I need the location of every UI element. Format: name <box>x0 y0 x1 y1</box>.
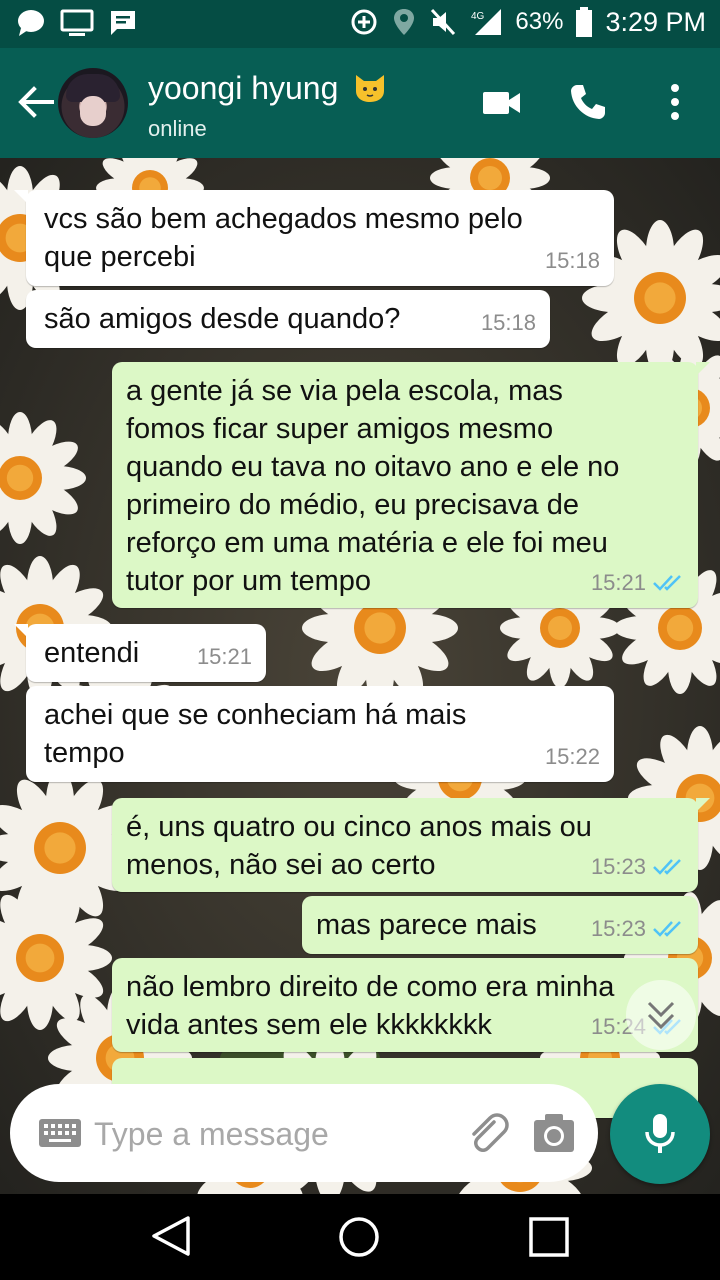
nav-home-icon[interactable] <box>336 1214 382 1265</box>
signal-icon: 4G <box>469 7 503 37</box>
data-saver-icon <box>349 7 379 37</box>
message-icon <box>108 8 138 38</box>
mute-icon <box>429 7 457 37</box>
keyboard-icon[interactable] <box>38 1118 82 1153</box>
message-time: 15:23 <box>590 854 646 879</box>
mic-icon <box>645 1114 675 1153</box>
status-bar: 4G 63% 3:29 PM <box>0 0 720 48</box>
chat-bubble-icon <box>16 8 46 38</box>
contact-status: online <box>148 116 207 141</box>
message-text-line: são amigos desde quando? <box>44 303 401 335</box>
phone-icon <box>571 85 605 119</box>
message-text-line: tempo <box>44 737 125 769</box>
message-time: 15:21 <box>590 570 646 595</box>
message-text-line: vcs são bem achegados mesmo pelo <box>44 203 523 235</box>
message-text-line: quando eu tava no oitavo ano e ele no <box>126 451 620 483</box>
read-ticks-icon <box>652 919 684 939</box>
composer <box>10 1084 598 1182</box>
message-text-line: reforço em uma matéria e ele foi meu <box>126 527 608 559</box>
scroll-to-bottom-button[interactable] <box>626 980 696 1050</box>
back-button[interactable] <box>14 80 58 124</box>
video-call-icon <box>483 92 520 114</box>
attach-icon[interactable] <box>464 1110 510 1161</box>
message-outgoing[interactable]: a gente já se via pela escola, mas fomos… <box>112 362 710 608</box>
message-outgoing[interactable]: não lembro direito de como era minha vid… <box>112 958 698 1052</box>
read-ticks-icon <box>652 857 684 877</box>
message-incoming[interactable]: são amigos desde quando? 15:18 <box>26 290 550 348</box>
contact-name[interactable]: yoongi hyung <box>148 70 387 111</box>
message-time: 15:21 <box>196 644 252 669</box>
chat-header: yoongi hyung online <box>0 48 720 158</box>
nav-recents-icon[interactable] <box>528 1216 570 1263</box>
message-incoming[interactable]: vcs são bem achegados mesmo pelo que per… <box>14 190 614 286</box>
svg-text:4G: 4G <box>471 11 485 22</box>
battery-icon <box>575 6 593 38</box>
message-text-line: é, uns quatro ou cinco anos mais ou <box>126 811 592 843</box>
monitor-icon <box>60 8 94 38</box>
message-text-line: que percebi <box>44 241 196 273</box>
message-text-line: achei que se conheciam há mais <box>44 699 467 731</box>
read-ticks-icon <box>652 573 684 593</box>
more-options-button[interactable] <box>660 82 690 122</box>
voice-call-button[interactable] <box>568 82 608 122</box>
nav-back-icon[interactable] <box>148 1214 194 1263</box>
message-outgoing[interactable]: mas parece mais 15:23 <box>302 896 698 954</box>
message-text-line: primeiro do médio, eu precisava de <box>126 489 579 521</box>
message-time: 15:22 <box>544 744 600 769</box>
message-incoming[interactable]: achei que se conheciam há mais tempo 15:… <box>26 686 614 782</box>
message-time: 15:18 <box>480 310 536 335</box>
camera-icon[interactable] <box>532 1112 576 1159</box>
message-time: 15:23 <box>590 916 646 941</box>
location-icon <box>391 7 417 37</box>
message-time: 15:18 <box>544 248 600 273</box>
cat-emoji-icon <box>353 71 387 111</box>
message-list[interactable]: vcs são bem achegados mesmo pelo que per… <box>0 158 720 1194</box>
more-vert-icon <box>671 84 679 120</box>
message-text-line: fomos ficar super amigos mesmo <box>126 413 554 445</box>
clock: 3:29 PM <box>605 6 706 37</box>
message-outgoing[interactable]: é, uns quatro ou cinco anos mais ou meno… <box>112 798 710 892</box>
message-text-line: a gente já se via pela escola, mas <box>126 375 563 407</box>
battery-percent: 63% <box>515 8 564 35</box>
back-arrow-icon <box>18 86 54 118</box>
double-chevron-down-icon <box>647 1001 675 1030</box>
video-call-button[interactable] <box>482 88 522 118</box>
system-nav-bar <box>0 1194 720 1280</box>
avatar[interactable] <box>58 68 128 138</box>
message-input[interactable] <box>92 1108 456 1160</box>
message-text-line: não lembro direito de como era minha <box>126 971 615 1003</box>
voice-message-button[interactable] <box>610 1084 710 1184</box>
message-incoming[interactable]: entendi 15:21 <box>14 624 266 682</box>
